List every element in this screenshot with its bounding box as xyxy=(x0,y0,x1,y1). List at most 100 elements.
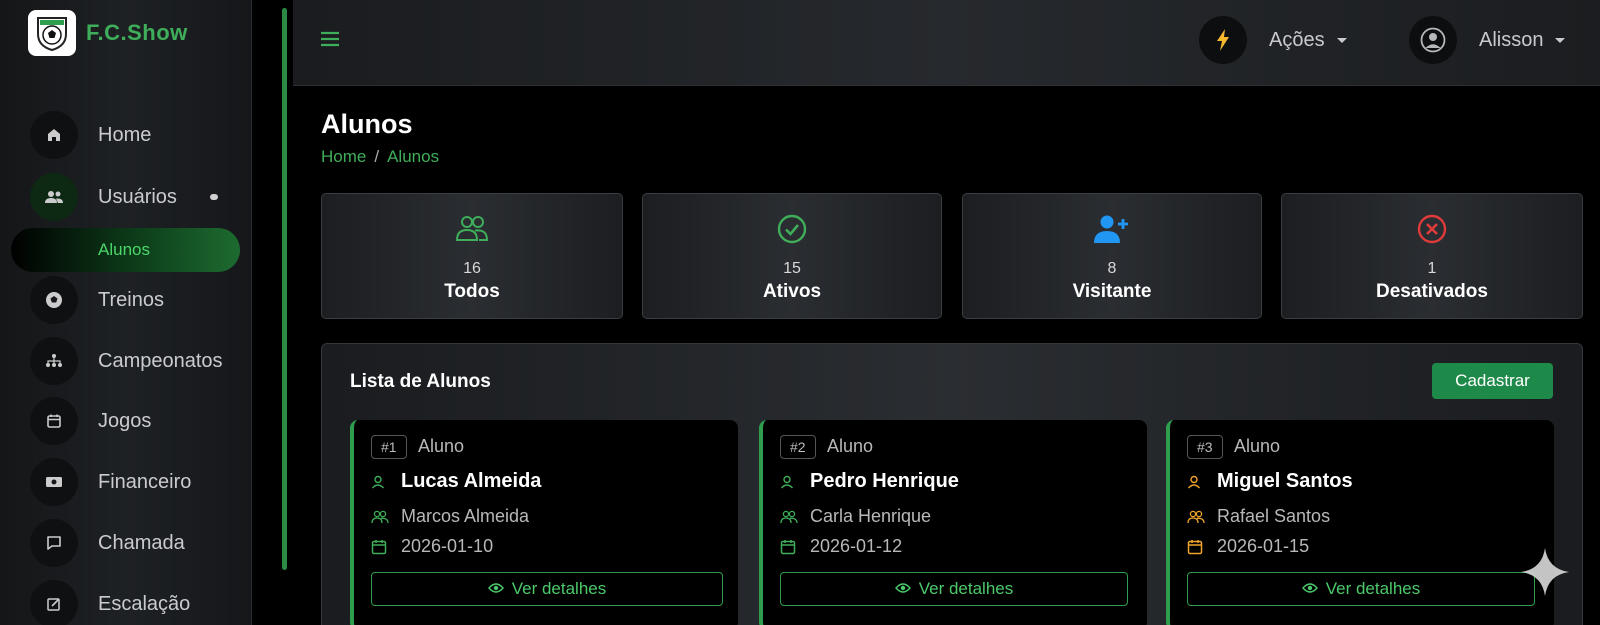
club-logo xyxy=(28,10,76,56)
guardian-row: Marcos Almeida xyxy=(371,506,529,527)
sidebar-item-label: Jogos xyxy=(98,409,152,432)
guardian-row: Rafael Santos xyxy=(1187,506,1330,527)
caret-down-icon xyxy=(1555,37,1566,43)
breadcrumb-current: Alunos xyxy=(387,147,440,166)
sidebar-item-financeiro[interactable]: Financeiro xyxy=(30,458,191,506)
person-icon xyxy=(371,475,393,489)
sidebar-item-label: Escalação xyxy=(98,592,191,615)
breadcrumb: Home / Alunos xyxy=(321,147,439,167)
user-dropdown[interactable]: Alisson xyxy=(1409,16,1566,64)
ver-detalhes-button[interactable]: Ver detalhes xyxy=(780,572,1128,606)
soccer-ball-icon xyxy=(30,276,78,324)
home-icon xyxy=(30,111,78,159)
stat-card-ativos[interactable]: 15 Ativos xyxy=(642,193,942,319)
student-card[interactable]: #1 Aluno Lucas Almeida Marcos Almeida 20… xyxy=(350,420,738,625)
chat-icon xyxy=(30,519,78,567)
eye-icon xyxy=(487,579,504,599)
stat-value: 15 xyxy=(783,260,801,277)
ver-detalhes-label: Ver detalhes xyxy=(511,579,607,598)
person-icon xyxy=(1187,475,1209,489)
sidebar-item-label: Financeiro xyxy=(98,470,192,493)
lightning-icon xyxy=(1199,16,1247,64)
student-id-badge: #3 xyxy=(1187,435,1223,459)
breadcrumb-separator: / xyxy=(374,147,380,166)
stat-value: 8 xyxy=(1107,260,1117,277)
student-name-row: Pedro Henrique xyxy=(780,470,959,493)
brand-name: F.C.Show xyxy=(86,20,188,45)
student-card[interactable]: #2 Aluno Pedro Henrique Carla Henrique 2… xyxy=(759,420,1147,625)
stat-label: Ativos xyxy=(762,281,822,302)
student-date: 2026-01-10 xyxy=(401,536,494,556)
topbar: Ações Alisson xyxy=(293,0,1600,86)
student-id-badge: #2 xyxy=(780,435,816,459)
student-name: Miguel Santos xyxy=(1217,470,1353,492)
sidebar-subitem-label: Alunos xyxy=(98,240,150,259)
ver-detalhes-button[interactable]: Ver detalhes xyxy=(1187,572,1535,606)
sidebar-item-label: Home xyxy=(98,123,152,146)
sidebar-item-campeonatos[interactable]: Campeonatos xyxy=(30,337,223,385)
stat-label: Todos xyxy=(444,281,500,302)
sidebar-item-home[interactable]: Home xyxy=(30,111,151,159)
sidebar-item-usuarios[interactable]: Usuários xyxy=(30,173,218,221)
sidebar-item-treinos[interactable]: Treinos xyxy=(30,276,164,324)
sidebar-item-jogos[interactable]: Jogos xyxy=(30,397,151,445)
date-row: 2026-01-12 xyxy=(780,536,902,557)
person-icon xyxy=(780,475,802,489)
student-name: Pedro Henrique xyxy=(810,470,959,492)
eye-icon xyxy=(894,579,911,599)
sparkle-icon xyxy=(1519,546,1571,603)
user-avatar-icon xyxy=(1409,16,1457,64)
sidebar-item-escalacao[interactable]: Escalação xyxy=(30,580,190,625)
user-name: Alisson xyxy=(1479,28,1544,51)
student-name-row: Miguel Santos xyxy=(1187,470,1353,493)
student-name: Lucas Almeida xyxy=(401,470,542,492)
stat-label: Visitante xyxy=(1072,281,1152,302)
student-role: Aluno xyxy=(827,436,874,456)
sidebar-item-label: Campeonatos xyxy=(98,349,223,372)
sidebar-item-chamada[interactable]: Chamada xyxy=(30,519,185,567)
stat-value: 1 xyxy=(1427,260,1437,277)
users-icon xyxy=(30,173,78,221)
ver-detalhes-label: Ver detalhes xyxy=(1325,579,1421,598)
sidebar-item-label: Treinos xyxy=(98,288,164,311)
student-id-badge: #1 xyxy=(371,435,407,459)
breadcrumb-home[interactable]: Home xyxy=(321,147,366,166)
actions-label: Ações xyxy=(1269,28,1325,51)
sidebar-scrollbar[interactable] xyxy=(282,8,287,570)
student-role: Aluno xyxy=(418,436,465,456)
money-icon xyxy=(30,458,78,506)
page-title: Alunos xyxy=(321,109,413,139)
calendar-icon xyxy=(30,397,78,445)
group-icon xyxy=(1187,510,1209,524)
stat-value: 16 xyxy=(463,260,481,277)
check-circle-icon xyxy=(777,214,807,249)
group-icon xyxy=(371,510,393,524)
student-card[interactable]: #3 Aluno Miguel Santos Rafael Santos 202… xyxy=(1166,420,1554,625)
student-date: 2026-01-15 xyxy=(1217,536,1310,556)
menu-icon[interactable] xyxy=(321,31,339,52)
date-row: 2026-01-10 xyxy=(371,536,493,557)
date-row: 2026-01-15 xyxy=(1187,536,1309,557)
calendar-icon xyxy=(1187,539,1209,555)
chevron-icon xyxy=(210,194,218,200)
ver-detalhes-button[interactable]: Ver detalhes xyxy=(371,572,723,606)
eye-icon xyxy=(1301,579,1318,599)
ver-detalhes-label: Ver detalhes xyxy=(918,579,1014,598)
user-plus-icon xyxy=(1094,214,1130,249)
calendar-icon xyxy=(780,539,802,555)
stat-label: Desativados xyxy=(1376,281,1488,302)
cadastrar-button[interactable]: Cadastrar xyxy=(1432,363,1553,399)
student-date: 2026-01-12 xyxy=(810,536,903,556)
x-circle-icon xyxy=(1417,214,1447,249)
student-name-row: Lucas Almeida xyxy=(371,470,541,493)
brand[interactable]: F.C.Show xyxy=(28,10,188,56)
actions-dropdown[interactable]: Ações xyxy=(1199,16,1347,64)
sidebar: F.C.Show Home Usuários Alunos Treinos Ca… xyxy=(0,0,252,625)
calendar-icon xyxy=(371,539,393,555)
stat-card-visitante[interactable]: 8 Visitante xyxy=(962,193,1262,319)
stat-card-desativados[interactable]: 1 Desativados xyxy=(1281,193,1583,319)
caret-down-icon xyxy=(1336,37,1347,43)
sidebar-subitem-alunos[interactable]: Alunos xyxy=(11,228,240,272)
stat-card-todos[interactable]: 16 Todos xyxy=(321,193,623,319)
sidebar-item-label: Usuários xyxy=(98,185,177,208)
